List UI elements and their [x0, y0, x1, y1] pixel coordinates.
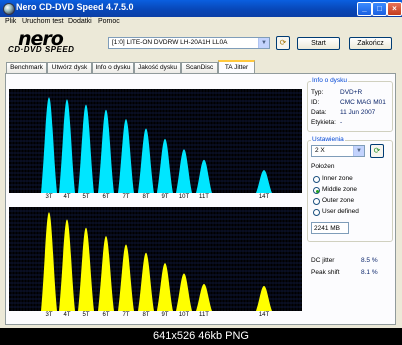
tick-label-14T: 14T [258, 194, 270, 200]
tick-label-5T: 5T [82, 312, 90, 318]
tick-label-11T: 11T [199, 194, 209, 200]
drive-select[interactable]: [1:0] LITE-ON DVDRW LH-20A1H LL0A ▼ [108, 37, 270, 49]
dc-jitter-value: 8.5 % [361, 257, 378, 264]
app-icon [3, 3, 15, 15]
chart-top-ticks: 3T 4T 5T 6T 7T 8T 9T 10T 11T 14T [9, 194, 302, 203]
tick-label-7T: 7T [122, 194, 130, 200]
menu-bar: Plik Uruchom test Dodatki Pomoc [0, 17, 402, 28]
tick-label-9T: 9T [161, 194, 169, 200]
radio-middle-zone[interactable] [313, 187, 320, 194]
tab-scandisc[interactable]: ScanDisc [181, 62, 218, 73]
tick-label-8T: 8T [142, 194, 150, 200]
disc-type-label: Typ: [311, 89, 324, 96]
jitter-peak-5T [78, 227, 94, 311]
tab-info-o-dysku[interactable]: Info o dysku [92, 62, 134, 73]
tick-label-6T: 6T [102, 312, 110, 318]
jitter-peak-10T [176, 149, 192, 193]
tick-label-10T: 10T [178, 312, 190, 318]
tab-ta-jitter[interactable]: TA Jitter [218, 60, 255, 74]
close-button[interactable]: Zakończ [349, 37, 392, 50]
tick-label-14T: 14T [258, 312, 270, 318]
title-bar: Nero CD-DVD Speed 4.7.5.0 _ □ × [0, 0, 402, 17]
radio-user-defined[interactable] [313, 209, 320, 216]
jitter-peak-7T [118, 244, 134, 311]
disc-date-label: Data: [311, 109, 327, 116]
start-button[interactable]: Start [297, 37, 340, 50]
user-position-value: 2241 MB [314, 225, 341, 232]
window-title: Nero CD-DVD Speed 4.7.5.0 [16, 2, 134, 12]
refresh-drive-button[interactable]: ⟳ [276, 36, 290, 50]
disc-info-title: Info o dysku [311, 77, 349, 84]
jitter-peak-11T [196, 283, 212, 311]
tick-label-8T: 8T [142, 312, 150, 318]
tick-label-4T: 4T [63, 194, 71, 200]
disc-date-value: 11 Jun 2007 [340, 109, 376, 116]
settings-title: Ustawienia [311, 136, 345, 143]
disc-id-value: CMC MAG M01 [340, 99, 386, 106]
chevron-down-icon[interactable]: ▼ [258, 38, 269, 48]
peak-shift-value: 8.1 % [361, 269, 378, 276]
tab-utworz-dysk[interactable]: Utwórz dysk [47, 62, 92, 73]
tick-label-3T: 3T [45, 194, 53, 200]
radio-outer-zone-label: Outer zone [322, 197, 355, 204]
refresh-icon: ⟳ [373, 146, 381, 155]
speed-refresh-button[interactable]: ⟳ [370, 144, 384, 158]
tick-label-5T: 5T [82, 194, 90, 200]
jitter-peak-9T [157, 138, 173, 193]
chevron-down-icon[interactable]: ▼ [353, 146, 364, 156]
tick-label-6T: 6T [102, 194, 110, 200]
disc-id-label: ID: [311, 99, 320, 106]
ta-jitter-chart-top [9, 89, 302, 193]
close-window-button[interactable]: × [387, 2, 402, 16]
disc-label-label: Etykieta: [311, 119, 336, 126]
minimize-button[interactable]: _ [357, 2, 372, 16]
radio-user-defined-label: User defined [322, 208, 359, 215]
refresh-icon: ⟳ [279, 38, 287, 47]
jitter-peak-6T [98, 109, 114, 193]
cd-dvd-speed-logo: CD·DVD SPEED [8, 45, 75, 54]
jitter-peak-7T [118, 119, 134, 193]
tick-label-7T: 7T [122, 312, 130, 318]
speed-select-value: 2 X [315, 147, 325, 154]
user-position-input[interactable]: 2241 MB [311, 222, 349, 234]
drive-select-value: [1:0] LITE-ON DVDRW LH-20A1H LL0A [112, 39, 228, 46]
jitter-peak-14T [256, 170, 272, 193]
position-label: Położen [311, 163, 335, 170]
dc-jitter-label: DC jitter [311, 257, 335, 264]
jitter-peak-6T [98, 236, 114, 311]
disc-label-value: - [340, 119, 343, 126]
chart-bottom-ticks: 3T 4T 5T 6T 7T 8T 9T 10T 11T 14T [9, 312, 302, 321]
radio-middle-zone-label: Middle zone [322, 186, 358, 193]
radio-outer-zone[interactable] [313, 198, 320, 205]
speed-select[interactable]: 2 X ▼ [311, 145, 365, 157]
tick-label-3T: 3T [45, 312, 53, 318]
radio-inner-zone[interactable] [313, 176, 320, 183]
tick-label-11T: 11T [199, 312, 209, 318]
jitter-peak-4T [59, 99, 75, 193]
menu-item-dodatki[interactable]: Dodatki [68, 18, 92, 25]
maximize-button[interactable]: □ [372, 2, 387, 16]
radio-inner-zone-label: Inner zone [322, 175, 353, 182]
disc-type-value: DVD+R [340, 89, 363, 96]
tick-label-10T: 10T [178, 194, 190, 200]
tab-benchmark[interactable]: Benchmark [6, 62, 47, 73]
menu-item-plik[interactable]: Plik [5, 18, 16, 25]
menu-item-pomoc[interactable]: Pomoc [98, 18, 120, 25]
tick-label-9T: 9T [161, 312, 169, 318]
peak-shift-label: Peak shift [311, 269, 340, 276]
menu-item-uruchom-test[interactable]: Uruchom test [22, 18, 64, 25]
ta-jitter-chart-bottom [9, 207, 302, 311]
image-caption: 641x526 46kb PNG [0, 328, 402, 345]
jitter-peak-14T [256, 286, 272, 311]
jitter-peak-4T [59, 219, 75, 311]
jitter-peak-8T [138, 252, 154, 311]
tick-label-4T: 4T [63, 312, 71, 318]
tab-jakosc-dysku[interactable]: Jakość dysku [134, 62, 181, 73]
